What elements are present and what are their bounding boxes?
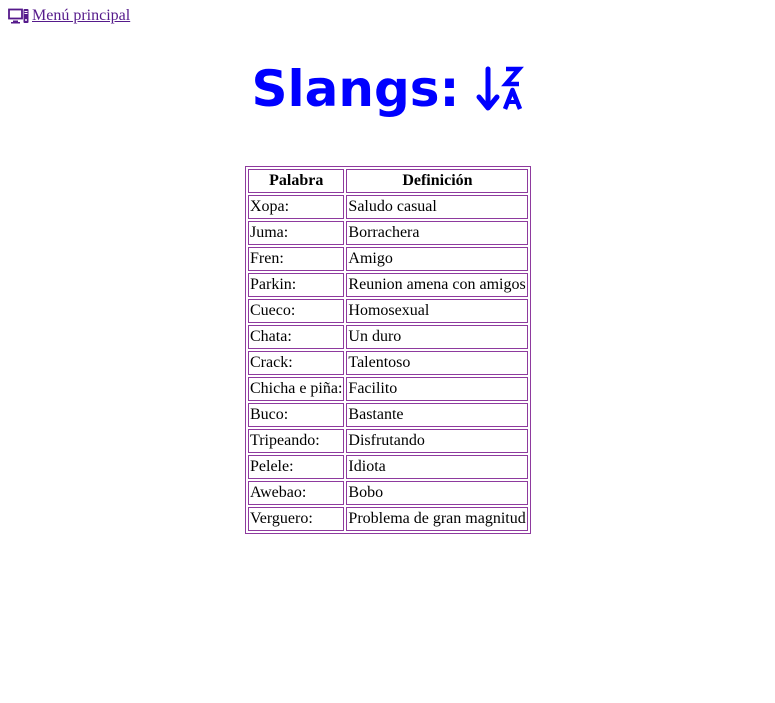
slang-definition-cell: Talentoso bbox=[346, 351, 529, 375]
slang-word-cell: Fren: bbox=[248, 247, 345, 271]
slang-definition-cell: Bobo bbox=[346, 481, 529, 505]
slang-word-cell: Pelele: bbox=[248, 455, 345, 479]
slangs-table: Palabra Definición Xopa: Saludo casual Jum… bbox=[245, 166, 532, 534]
table-row: Cueco: Homosexual bbox=[248, 299, 529, 323]
slang-word-cell: Crack: bbox=[248, 351, 345, 375]
table-row: Tripeando: Disfrutando bbox=[248, 429, 529, 453]
table-row: Chata: Un duro bbox=[248, 325, 529, 349]
slang-definition-cell: Reunion amena con amigos bbox=[346, 273, 529, 297]
slangs-table-container: Palabra Definición Xopa: Saludo casual Jum… bbox=[245, 166, 532, 534]
table-header-row: Palabra Definición bbox=[248, 169, 529, 193]
table-row: Verguero: Problema de gran magnitud bbox=[248, 507, 529, 531]
slang-definition-cell: Borrachera bbox=[346, 221, 529, 245]
computer-icon bbox=[8, 8, 30, 24]
table-row: Awebao: Bobo bbox=[248, 481, 529, 505]
slang-word-cell: Tripeando: bbox=[248, 429, 345, 453]
slang-word-cell: Cueco: bbox=[248, 299, 345, 323]
slang-word-cell: Verguero: bbox=[248, 507, 345, 531]
column-header-definition: Definición bbox=[346, 169, 529, 193]
main-menu-label: Menú principal bbox=[32, 7, 131, 24]
page-title: Slangs: bbox=[0, 57, 775, 121]
slang-word-cell: Buco: bbox=[248, 403, 345, 427]
slang-word-cell: Awebao: bbox=[248, 481, 345, 505]
slang-definition-cell: Un duro bbox=[346, 325, 529, 349]
slang-word-cell: Xopa: bbox=[248, 195, 345, 219]
slang-definition-cell: Idiota bbox=[346, 455, 529, 479]
slang-word-cell: Parkin: bbox=[248, 273, 345, 297]
table-row: Fren: Amigo bbox=[248, 247, 529, 271]
main-menu-link[interactable]: Menú principal bbox=[8, 7, 130, 25]
table-row: Parkin: Reunion amena con amigos bbox=[248, 273, 529, 297]
slang-definition-cell: Facilito bbox=[346, 377, 529, 401]
table-row: Juma: Borrachera bbox=[248, 221, 529, 245]
slang-word-cell: Chata: bbox=[248, 325, 345, 349]
table-row: Xopa: Saludo casual bbox=[248, 195, 529, 219]
table-row: Pelele: Idiota bbox=[248, 455, 529, 479]
slang-word-cell: Juma: bbox=[248, 221, 345, 245]
slang-word-cell: Chicha e piña: bbox=[248, 377, 345, 401]
slang-definition-cell: Amigo bbox=[346, 247, 529, 271]
sort-alpha-down-alt-icon bbox=[476, 65, 524, 113]
slang-definition-cell: Disfrutando bbox=[346, 429, 529, 453]
table-row: Chicha e piña: Facilito bbox=[248, 377, 529, 401]
column-header-word: Palabra bbox=[248, 169, 345, 193]
table-row: Buco: Bastante bbox=[248, 403, 529, 427]
slang-definition-cell: Saludo casual bbox=[346, 195, 529, 219]
page-title-text: Slangs: bbox=[251, 60, 460, 118]
slang-definition-cell: Problema de gran magnitud bbox=[346, 507, 529, 531]
table-row: Crack: Talentoso bbox=[248, 351, 529, 375]
slang-definition-cell: Bastante bbox=[346, 403, 529, 427]
slang-definition-cell: Homosexual bbox=[346, 299, 529, 323]
